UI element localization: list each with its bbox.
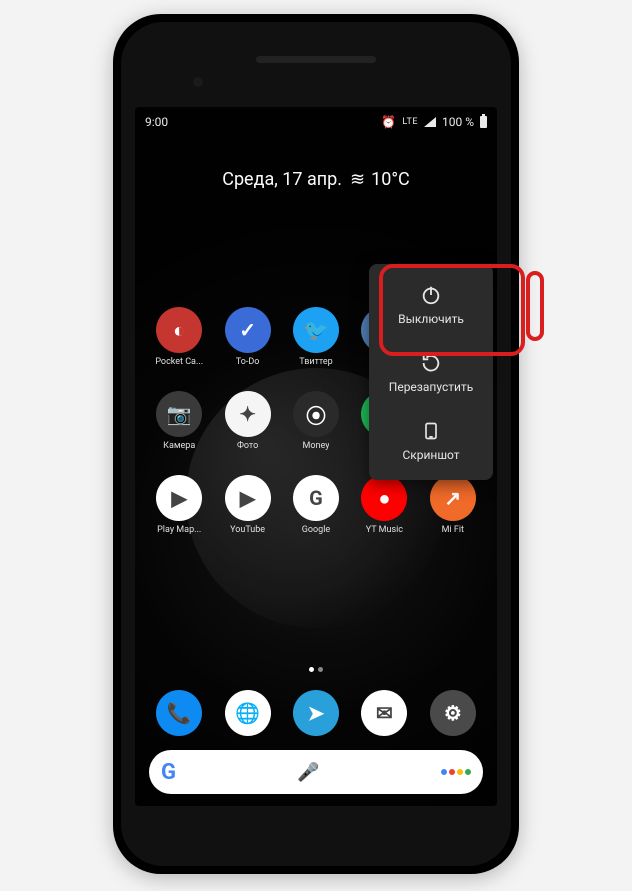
app-2[interactable]: 🐦 Твиттер bbox=[282, 307, 350, 367]
status-bar: 9:00 ⏰ LTE 100 % bbox=[135, 107, 497, 137]
app-label: To-Do bbox=[236, 357, 260, 367]
google-logo: G bbox=[161, 760, 176, 785]
network-label: LTE bbox=[402, 117, 418, 127]
dock-app-icon: ⚙ bbox=[430, 690, 476, 736]
earpiece bbox=[256, 56, 376, 63]
app-label: Камера bbox=[163, 441, 195, 451]
weather-icon: ≋ bbox=[350, 169, 363, 190]
app-6[interactable]: ✦ Фото bbox=[213, 391, 281, 451]
battery-icon bbox=[480, 116, 487, 128]
date-text: Среда, 17 апр. bbox=[222, 169, 342, 190]
screenshot-button[interactable]: Скриншот bbox=[369, 406, 493, 474]
assistant-icon[interactable] bbox=[441, 769, 471, 775]
dock-app-1[interactable]: 🌐 bbox=[213, 690, 281, 736]
alarm-icon: ⏰ bbox=[381, 115, 396, 129]
app-label: Money bbox=[303, 441, 330, 451]
app-1[interactable]: ✓ To-Do bbox=[213, 307, 281, 367]
phone-inner: 9:00 ⏰ LTE 100 % Среда, 17 апр. ≋ 10°C ◐… bbox=[121, 22, 511, 866]
app-label: Фото bbox=[237, 441, 258, 451]
restart-label: Перезапустить bbox=[389, 380, 473, 394]
app-icon: ▶ bbox=[225, 475, 271, 521]
power-off-label: Выключить bbox=[398, 312, 464, 326]
page-indicators bbox=[309, 667, 323, 672]
app-7[interactable]: ⦿ Money bbox=[282, 391, 350, 451]
app-11[interactable]: ▶ YouTube bbox=[213, 475, 281, 535]
app-12[interactable]: G Google bbox=[282, 475, 350, 535]
app-13[interactable]: ● YT Music bbox=[350, 475, 418, 535]
app-icon: 📷 bbox=[156, 391, 202, 437]
app-icon: ✦ bbox=[225, 391, 271, 437]
screenshot-label: Скриншот bbox=[402, 448, 459, 462]
date-weather-widget[interactable]: Среда, 17 апр. ≋ 10°C bbox=[135, 169, 497, 190]
app-icon: G bbox=[293, 475, 339, 521]
dock-app-4[interactable]: ⚙ bbox=[419, 690, 487, 736]
dock-app-icon: 📞 bbox=[156, 690, 202, 736]
app-label: Pocket Ca... bbox=[155, 357, 203, 367]
screen: 9:00 ⏰ LTE 100 % Среда, 17 апр. ≋ 10°C ◐… bbox=[135, 107, 497, 806]
dock: 📞 🌐 ➤ ✉ ⚙ bbox=[145, 690, 487, 736]
app-label: Play Мар... bbox=[157, 525, 201, 535]
google-search-bar[interactable]: G 🎤 bbox=[149, 750, 483, 794]
dock-app-icon: 🌐 bbox=[225, 690, 271, 736]
app-10[interactable]: ▶ Play Мар... bbox=[145, 475, 213, 535]
app-icon: ✓ bbox=[225, 307, 271, 353]
status-time: 9:00 bbox=[145, 115, 168, 129]
temperature-text: 10°C bbox=[371, 169, 410, 190]
app-icon: ▶ bbox=[156, 475, 202, 521]
phone-frame: 9:00 ⏰ LTE 100 % Среда, 17 апр. ≋ 10°C ◐… bbox=[113, 14, 519, 874]
app-icon: ◐ bbox=[156, 307, 202, 353]
app-0[interactable]: ◐ Pocket Ca... bbox=[145, 307, 213, 367]
app-label: YouTube bbox=[230, 525, 265, 535]
mic-icon[interactable]: 🎤 bbox=[297, 762, 319, 783]
dock-app-2[interactable]: ➤ bbox=[282, 690, 350, 736]
power-icon bbox=[420, 284, 442, 306]
restart-icon bbox=[420, 352, 442, 374]
app-icon: ↗ bbox=[430, 475, 476, 521]
screenshot-icon bbox=[420, 420, 442, 442]
app-label: YT Music bbox=[366, 525, 403, 535]
app-icon: ⦿ bbox=[293, 391, 339, 437]
status-right: ⏰ LTE 100 % bbox=[381, 115, 487, 129]
power-menu: Выключить Перезапустить bbox=[369, 264, 493, 480]
app-label: Google bbox=[302, 525, 330, 535]
dock-app-icon: ✉ bbox=[361, 690, 407, 736]
app-label: Твиттер bbox=[299, 357, 332, 367]
app-icon: ● bbox=[361, 475, 407, 521]
annotation-highlight-powerbutton bbox=[526, 271, 544, 341]
restart-button[interactable]: Перезапустить bbox=[369, 338, 493, 406]
power-off-button[interactable]: Выключить bbox=[369, 270, 493, 338]
dock-app-0[interactable]: 📞 bbox=[145, 690, 213, 736]
app-label: Mi Fit bbox=[442, 525, 464, 535]
battery-pct: 100 % bbox=[442, 115, 474, 129]
app-5[interactable]: 📷 Камера bbox=[145, 391, 213, 451]
dock-app-icon: ➤ bbox=[293, 690, 339, 736]
front-camera bbox=[193, 77, 203, 87]
signal-icon bbox=[424, 117, 436, 127]
app-icon: 🐦 bbox=[293, 307, 339, 353]
dock-app-3[interactable]: ✉ bbox=[350, 690, 418, 736]
app-14[interactable]: ↗ Mi Fit bbox=[419, 475, 487, 535]
